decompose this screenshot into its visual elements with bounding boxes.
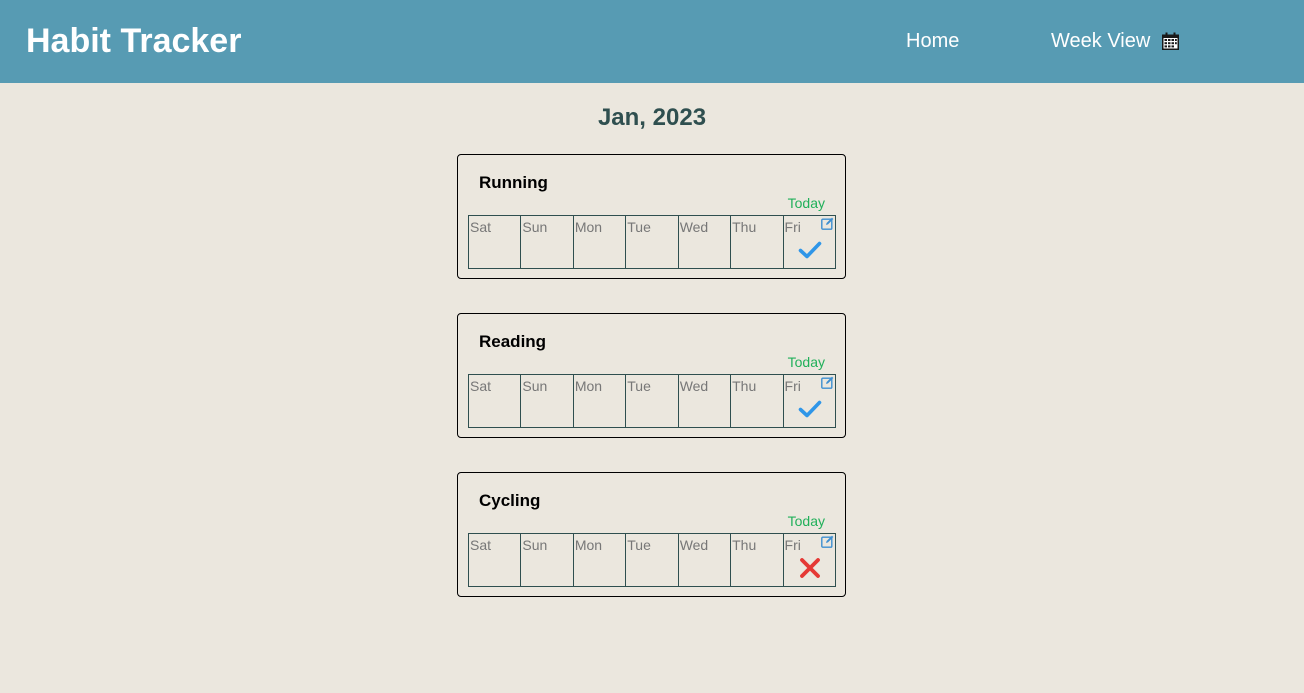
day-cell-fri: Fri bbox=[784, 375, 835, 427]
calendar-icon bbox=[1161, 32, 1180, 51]
day-label: Sat bbox=[470, 219, 492, 235]
day-cell-mon: Mon bbox=[574, 534, 627, 586]
habit-name: Reading bbox=[479, 332, 547, 351]
day-cell-sun: Sun bbox=[521, 216, 574, 268]
day-label: Tue bbox=[627, 537, 651, 553]
day-label: Mon bbox=[574, 219, 603, 235]
month-title: Jan, 2023 bbox=[597, 104, 707, 131]
day-label: Wed bbox=[679, 378, 709, 394]
day-cell-wed: Wed bbox=[679, 375, 732, 427]
day-cell-mon: Mon bbox=[574, 216, 627, 268]
nav-week-view-link[interactable]: Week View bbox=[1051, 29, 1180, 53]
week-row: Sat Sun Mon Tue Wed Thu Fri bbox=[468, 374, 836, 428]
day-cell-sat: Sat bbox=[469, 534, 522, 586]
day-cell-tue: Tue bbox=[626, 534, 679, 586]
day-cell-tue: Tue bbox=[626, 216, 679, 268]
day-label: Fri bbox=[784, 378, 801, 394]
nav-week-view-label: Week View bbox=[1051, 30, 1151, 52]
day-label: Mon bbox=[574, 378, 603, 394]
habit-name: Cycling bbox=[479, 491, 541, 510]
day-cell-fri: Fri bbox=[784, 534, 835, 586]
week-row: Sat Sun Mon Tue Wed Thu Fri bbox=[468, 215, 836, 269]
day-cell-sat: Sat bbox=[469, 375, 522, 427]
day-label: Sun bbox=[522, 378, 548, 394]
day-cell-sat: Sat bbox=[469, 216, 522, 268]
day-cell-thu: Thu bbox=[731, 534, 784, 586]
day-cell-wed: Wed bbox=[679, 534, 732, 586]
day-label: Mon bbox=[574, 537, 603, 553]
day-cell-sun: Sun bbox=[521, 534, 574, 586]
nav-home-link[interactable]: Home bbox=[906, 29, 959, 53]
edit-icon[interactable] bbox=[821, 217, 834, 230]
habit-card-running: Running Today Sat Sun Mon Tue Wed Thu Fr… bbox=[457, 154, 846, 279]
day-label: Sat bbox=[470, 378, 492, 394]
day-cell-tue: Tue bbox=[626, 375, 679, 427]
day-cell-fri: Fri bbox=[784, 216, 835, 268]
day-cell-thu: Thu bbox=[731, 216, 784, 268]
day-label: Thu bbox=[732, 378, 757, 394]
checkmark-icon[interactable] bbox=[798, 238, 822, 262]
day-label: Thu bbox=[732, 219, 757, 235]
day-label: Wed bbox=[679, 537, 709, 553]
day-cell-sun: Sun bbox=[521, 375, 574, 427]
today-label: Today bbox=[787, 195, 825, 211]
habit-card-cycling: Cycling Today Sat Sun Mon Tue Wed Thu Fr… bbox=[457, 472, 846, 597]
day-label: Thu bbox=[732, 537, 757, 553]
today-label: Today bbox=[787, 513, 825, 529]
checkmark-icon[interactable] bbox=[798, 397, 822, 421]
day-cell-thu: Thu bbox=[731, 375, 784, 427]
cross-icon[interactable] bbox=[798, 556, 822, 580]
day-label: Sun bbox=[522, 537, 548, 553]
today-label: Today bbox=[787, 354, 825, 370]
edit-icon[interactable] bbox=[821, 376, 834, 389]
day-cell-mon: Mon bbox=[574, 375, 627, 427]
day-label: Sun bbox=[522, 219, 548, 235]
day-label: Fri bbox=[784, 537, 801, 553]
day-cell-wed: Wed bbox=[679, 216, 732, 268]
habit-card-reading: Reading Today Sat Sun Mon Tue Wed Thu Fr… bbox=[457, 313, 846, 438]
day-label: Wed bbox=[679, 219, 709, 235]
day-label: Fri bbox=[784, 219, 801, 235]
day-label: Tue bbox=[627, 378, 651, 394]
week-row: Sat Sun Mon Tue Wed Thu Fri bbox=[468, 533, 836, 587]
habit-name: Running bbox=[479, 173, 548, 192]
navbar: Habit Tracker Home Week View bbox=[0, 0, 1304, 83]
edit-icon[interactable] bbox=[821, 535, 834, 548]
day-label: Sat bbox=[470, 537, 492, 553]
day-label: Tue bbox=[627, 219, 651, 235]
brand-title[interactable]: Habit Tracker bbox=[26, 21, 241, 61]
